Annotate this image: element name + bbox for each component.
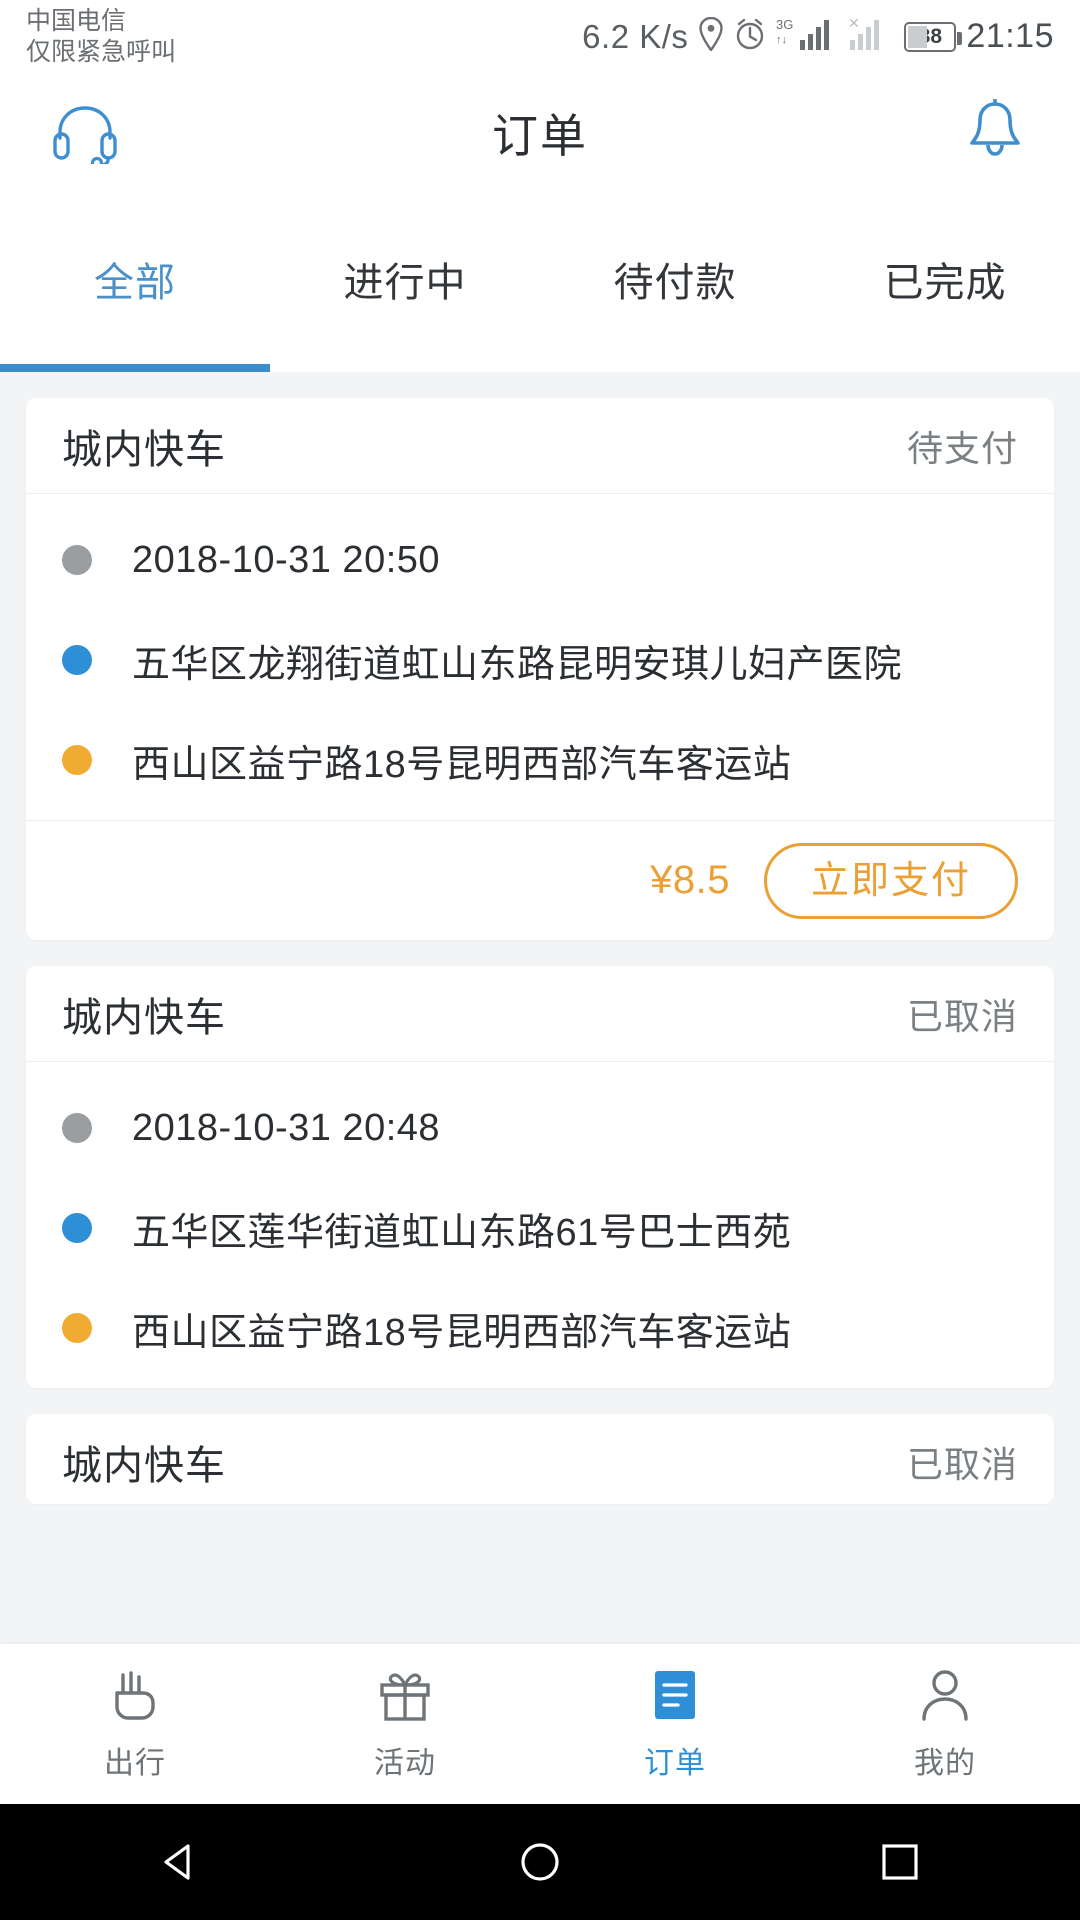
order-pickup-row: 五华区龙翔街道虹山东路昆明安琪儿妇产医院 <box>62 610 1018 710</box>
order-card[interactable]: 城内快车 已取消 <box>26 1414 1054 1504</box>
bottom-navigation: 出行 活动 订单 我的 <box>0 1644 1080 1804</box>
signal-no-service-icon: ✕ <box>848 15 894 57</box>
order-list-icon <box>649 1667 701 1728</box>
pickup-dot-icon <box>62 1213 92 1243</box>
nav-label-activity: 活动 <box>374 1746 436 1780</box>
svg-text:↑↓: ↑↓ <box>776 34 787 46</box>
order-card-footer: ¥8.5 立即支付 <box>26 820 1054 940</box>
order-card[interactable]: 城内快车 已取消 2018-10-31 20:48 五华区莲华街道虹山东路61号… <box>26 966 1054 1388</box>
pay-now-button[interactable]: 立即支付 <box>763 842 1018 919</box>
order-type: 城内快车 <box>62 995 226 1040</box>
dropoff-dot-icon <box>62 745 92 775</box>
order-datetime-row: 2018-10-31 20:48 <box>62 1078 1018 1178</box>
order-datetime: 2018-10-31 20:50 <box>132 538 441 581</box>
signal-3g-icon: 3G ↑↓ <box>776 16 838 57</box>
tab-all[interactable]: 全部 <box>0 195 270 372</box>
status-bar-icons: 6.2 K/s 3G ↑↓ ✕ 38 21:15 <box>582 6 1054 57</box>
app-header: 订单 <box>0 70 1080 195</box>
carrier-name: 中国电信 <box>26 7 127 35</box>
home-circle-icon[interactable] <box>480 1804 600 1920</box>
svg-text:3G: 3G <box>776 17 793 32</box>
dropoff-dot-icon <box>62 1313 92 1343</box>
gift-icon <box>377 1667 433 1728</box>
order-dropoff-row: 西山区益宁路18号昆明西部汽车客运站 <box>62 1278 1018 1378</box>
car-hail-icon <box>109 1667 161 1728</box>
order-card-body: 2018-10-31 20:50 五华区龙翔街道虹山东路昆明安琪儿妇产医院 西山… <box>26 494 1054 820</box>
back-triangle-icon[interactable] <box>120 1804 240 1920</box>
carrier-info: 中国电信 仅限紧急呼叫 <box>26 6 176 69</box>
bell-icon[interactable] <box>960 98 1030 168</box>
status-bar: 中国电信 仅限紧急呼叫 6.2 K/s 3G ↑↓ ✕ 38 21:15 <box>0 0 1080 70</box>
nav-item-activity[interactable]: 活动 <box>270 1667 540 1782</box>
location-pin-icon <box>698 16 724 56</box>
tab-unpaid[interactable]: 待付款 <box>540 195 810 372</box>
order-list[interactable]: 城内快车 待支付 2018-10-31 20:50 五华区龙翔街道虹山东路昆明安… <box>0 372 1080 1704</box>
tab-ongoing[interactable]: 进行中 <box>270 195 540 372</box>
order-dropoff-row: 西山区益宁路18号昆明西部汽车客运站 <box>62 710 1018 810</box>
order-tabs: 全部 进行中 待付款 已完成 <box>0 195 1080 372</box>
order-price: ¥8.5 <box>650 858 730 902</box>
order-dropoff-address: 西山区益宁路18号昆明西部汽车客运站 <box>132 1311 792 1354</box>
order-card-header: 城内快车 已取消 <box>26 966 1054 1062</box>
tab-completed[interactable]: 已完成 <box>810 195 1080 372</box>
nav-label-profile: 我的 <box>914 1746 976 1780</box>
battery-fill <box>908 25 927 48</box>
nav-item-profile[interactable]: 我的 <box>810 1667 1080 1782</box>
recents-square-icon[interactable] <box>840 1804 960 1920</box>
tab-ongoing-label: 进行中 <box>343 260 467 305</box>
tab-unpaid-label: 待付款 <box>613 260 737 305</box>
order-pickup-row: 五华区莲华街道虹山东路61号巴士西苑 <box>62 1178 1018 1278</box>
order-datetime-row: 2018-10-31 20:50 <box>62 510 1018 610</box>
nav-label-orders: 订单 <box>644 1746 706 1780</box>
order-pickup-address: 五华区龙翔街道虹山东路昆明安琪儿妇产医院 <box>132 643 903 686</box>
nav-item-orders[interactable]: 订单 <box>540 1667 810 1782</box>
active-tab-indicator <box>0 364 270 372</box>
order-card-header: 城内快车 已取消 <box>26 1414 1054 1504</box>
battery-indicator: 38 <box>904 21 963 52</box>
order-card-body: 2018-10-31 20:48 五华区莲华街道虹山东路61号巴士西苑 西山区益… <box>26 1062 1054 1388</box>
clock-time: 21:15 <box>966 17 1054 55</box>
android-navigation-bar <box>0 1804 1080 1920</box>
order-dropoff-address: 西山区益宁路18号昆明西部汽车客运站 <box>132 743 792 786</box>
order-datetime: 2018-10-31 20:48 <box>132 1106 441 1149</box>
order-card-header: 城内快车 待支付 <box>26 398 1054 494</box>
time-dot-icon <box>62 545 92 575</box>
order-status-badge: 待支付 <box>906 427 1018 469</box>
order-type: 城内快车 <box>62 427 226 472</box>
carrier-emergency-only: 仅限紧急呼叫 <box>26 38 177 67</box>
headset-icon[interactable] <box>50 98 120 168</box>
page-title: 订单 <box>492 109 588 162</box>
time-dot-icon <box>62 1113 92 1143</box>
order-type: 城内快车 <box>62 1443 226 1488</box>
network-speed: 6.2 K/s <box>582 17 689 55</box>
nav-label-travel: 出行 <box>104 1746 166 1780</box>
tab-completed-label: 已完成 <box>883 260 1007 305</box>
tab-all-label: 全部 <box>94 260 176 305</box>
phone-screen: 中国电信 仅限紧急呼叫 6.2 K/s 3G ↑↓ ✕ 38 21:15 订单 … <box>0 0 1080 1920</box>
person-icon <box>919 1667 971 1728</box>
pickup-dot-icon <box>62 645 92 675</box>
alarm-clock-icon <box>734 17 766 56</box>
nav-item-travel[interactable]: 出行 <box>0 1667 270 1782</box>
order-card[interactable]: 城内快车 待支付 2018-10-31 20:50 五华区龙翔街道虹山东路昆明安… <box>26 398 1054 940</box>
order-status-badge: 已取消 <box>906 995 1018 1037</box>
svg-text:✕: ✕ <box>848 16 860 31</box>
order-pickup-address: 五华区莲华街道虹山东路61号巴士西苑 <box>132 1211 792 1254</box>
order-status-badge: 已取消 <box>906 1443 1018 1485</box>
